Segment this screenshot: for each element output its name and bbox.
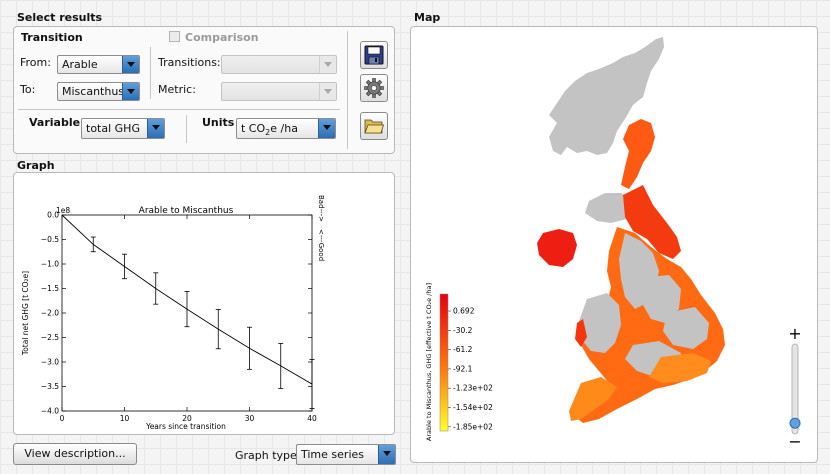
from-label: From: bbox=[20, 56, 51, 69]
divider bbox=[150, 47, 151, 99]
zoom-in-button[interactable]: + bbox=[788, 324, 801, 343]
view-description-button[interactable]: View description... bbox=[13, 443, 137, 465]
x-tick-label: 20 bbox=[182, 414, 192, 423]
east-scotland-region bbox=[621, 119, 655, 189]
uk-map[interactable]: Arable to Miscanthus, GHG [effective t C… bbox=[411, 27, 817, 462]
y-axis-label: Total net GHG [t CO₂e] bbox=[21, 271, 30, 356]
to-select-value: Miscanthus bbox=[62, 85, 125, 98]
chart-title: Arable to Miscanthus bbox=[139, 206, 234, 216]
gear-icon bbox=[364, 78, 384, 98]
variable-select-value: total GHG bbox=[86, 122, 140, 135]
chevron-down-icon bbox=[319, 56, 336, 73]
y-tick-label: −2.0 bbox=[41, 309, 59, 318]
y-tick-label: −3.5 bbox=[41, 382, 59, 391]
variable-label: Variable bbox=[29, 116, 81, 129]
x-tick-label: 10 bbox=[120, 414, 130, 423]
units-select-value: t CO2e /ha bbox=[241, 122, 298, 138]
x-axis-label: Years since transition bbox=[145, 422, 226, 431]
select-results-panel: Transition From: Arable To: Miscanthus C… bbox=[13, 26, 395, 154]
legend-tick-label: 0.692 bbox=[453, 307, 475, 316]
legend-tick-label: -61.2 bbox=[453, 345, 473, 354]
zoom-out-button[interactable]: − bbox=[788, 432, 801, 451]
to-select[interactable]: Miscanthus bbox=[57, 82, 140, 101]
from-select-value: Arable bbox=[62, 58, 98, 71]
legend-color-bar bbox=[439, 293, 449, 432]
legend-tick-label: -1.23e+02 bbox=[453, 384, 493, 393]
annotation-bad: Bad---> bbox=[317, 195, 325, 222]
chevron-down-icon bbox=[378, 445, 395, 464]
legend-tick-label: -1.54e+02 bbox=[453, 403, 493, 412]
units-label: Units bbox=[202, 116, 235, 129]
open-button[interactable] bbox=[360, 112, 388, 140]
comparison-label: Comparison bbox=[185, 31, 259, 44]
graph-panel: Arable to Miscanthus 1e8 Years since tra… bbox=[13, 172, 395, 435]
transitions-select[interactable] bbox=[221, 55, 337, 74]
x-tick-label: 30 bbox=[245, 414, 255, 423]
folder-icon bbox=[364, 119, 384, 134]
divider bbox=[18, 109, 340, 110]
variable-select[interactable]: total GHG bbox=[81, 118, 165, 139]
graph-type-label: Graph type: bbox=[235, 449, 301, 462]
select-results-title: Select results bbox=[17, 11, 103, 24]
transition-heading: Transition bbox=[21, 31, 83, 44]
y-tick-label: −2.5 bbox=[41, 333, 59, 342]
divider bbox=[186, 115, 187, 143]
units-select[interactable]: t CO2e /ha bbox=[236, 118, 336, 139]
legend-tick-label: -30.2 bbox=[453, 326, 473, 335]
metric-label: Metric: bbox=[158, 83, 196, 96]
divider bbox=[347, 31, 348, 149]
y-tick-label: 0.0 bbox=[47, 211, 59, 220]
chevron-down-icon bbox=[122, 56, 139, 73]
y-tick-label: −3.0 bbox=[41, 358, 59, 367]
graph-type-select-value: Time series bbox=[301, 448, 364, 461]
transitions-label: Transitions: bbox=[158, 56, 221, 69]
settings-button[interactable] bbox=[360, 74, 388, 102]
x-tick-label: 40 bbox=[307, 414, 317, 423]
y-tick-label: −1.0 bbox=[41, 260, 59, 269]
chevron-down-icon bbox=[147, 119, 164, 138]
y-tick-label: −0.5 bbox=[41, 235, 59, 244]
floppy-disk-icon bbox=[364, 45, 384, 65]
northern-ireland-region bbox=[537, 229, 577, 267]
to-label: To: bbox=[20, 83, 36, 96]
graph-title: Graph bbox=[17, 159, 55, 172]
from-select[interactable]: Arable bbox=[57, 55, 140, 74]
zoom-slider-handle[interactable] bbox=[789, 417, 801, 429]
legend-title: Arable to Miscanthus, GHG [effective t C… bbox=[425, 283, 433, 441]
graph-type-select[interactable]: Time series bbox=[296, 444, 396, 465]
legend-tick-label: -92.1 bbox=[453, 364, 473, 373]
map-panel[interactable]: Arable to Miscanthus, GHG [effective t C… bbox=[410, 26, 818, 463]
annotation-good: <---Good bbox=[317, 229, 325, 261]
metric-select[interactable] bbox=[221, 82, 337, 101]
chevron-down-icon bbox=[318, 119, 335, 138]
legend-tick-label: -1.85e+02 bbox=[453, 422, 493, 431]
chevron-down-icon bbox=[122, 83, 139, 100]
map-title: Map bbox=[414, 11, 441, 24]
x-tick-label: 0 bbox=[60, 414, 65, 423]
save-button[interactable] bbox=[360, 41, 388, 69]
y-tick-label: −1.5 bbox=[41, 284, 59, 293]
comparison-checkbox[interactable] bbox=[169, 31, 180, 42]
chevron-down-icon bbox=[319, 83, 336, 100]
time-series-chart: Arable to Miscanthus 1e8 Years since tra… bbox=[21, 195, 325, 431]
y-tick-label: −4.0 bbox=[41, 407, 59, 416]
